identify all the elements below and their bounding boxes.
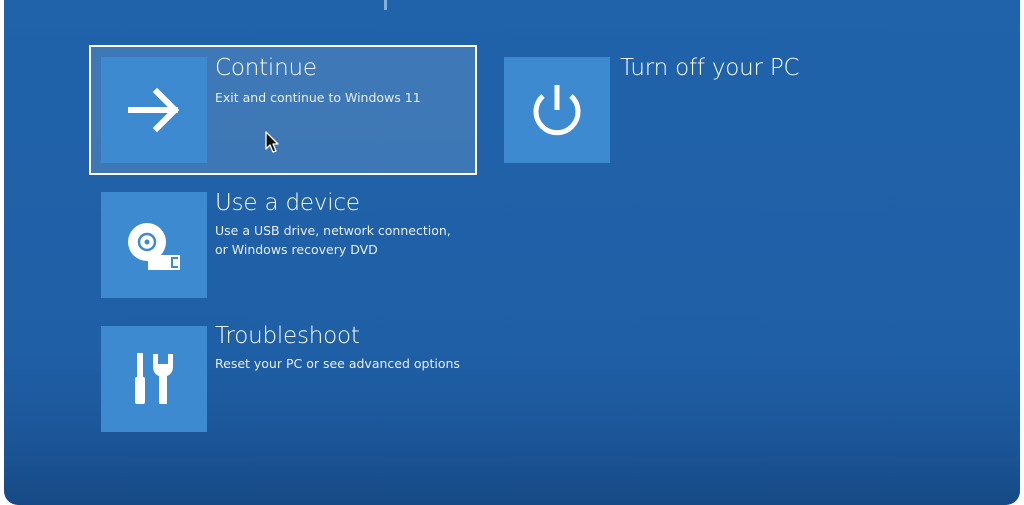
- troubleshoot-tile: [101, 326, 207, 432]
- use-device-title: Use a device: [215, 190, 360, 216]
- power-icon: [533, 85, 581, 136]
- arrow-right-icon: [128, 87, 180, 133]
- continue-option[interactable]: Continue Exit and continue to Windows 11: [89, 45, 477, 175]
- usb-disc-icon: [128, 223, 180, 270]
- troubleshoot-title: Troubleshoot: [215, 323, 360, 349]
- use-device-description-line-2: or Windows recovery DVD: [215, 242, 378, 257]
- continue-title: Continue: [215, 55, 317, 81]
- use-device-option[interactable]: Use a device Use a USB drive, network co…: [99, 190, 479, 300]
- turn-off-option[interactable]: Turn off your PC: [500, 55, 810, 165]
- turn-off-title: Turn off your PC: [620, 55, 800, 81]
- use-device-description-line-1: Use a USB drive, network connection,: [215, 223, 451, 238]
- cropped-heading-fragment: [384, 0, 387, 10]
- troubleshoot-description: Reset your PC or see advanced options: [215, 356, 460, 371]
- mouse-pointer-icon: [265, 131, 279, 153]
- turn-off-tile: [504, 57, 610, 163]
- recovery-screen: Continue Exit and continue to Windows 11…: [4, 0, 1020, 505]
- tools-icon: [135, 353, 173, 404]
- continue-description: Exit and continue to Windows 11: [215, 90, 421, 105]
- continue-tile: [101, 57, 207, 163]
- troubleshoot-option[interactable]: Troubleshoot Reset your PC or see advanc…: [99, 323, 479, 435]
- use-device-tile: [101, 192, 207, 298]
